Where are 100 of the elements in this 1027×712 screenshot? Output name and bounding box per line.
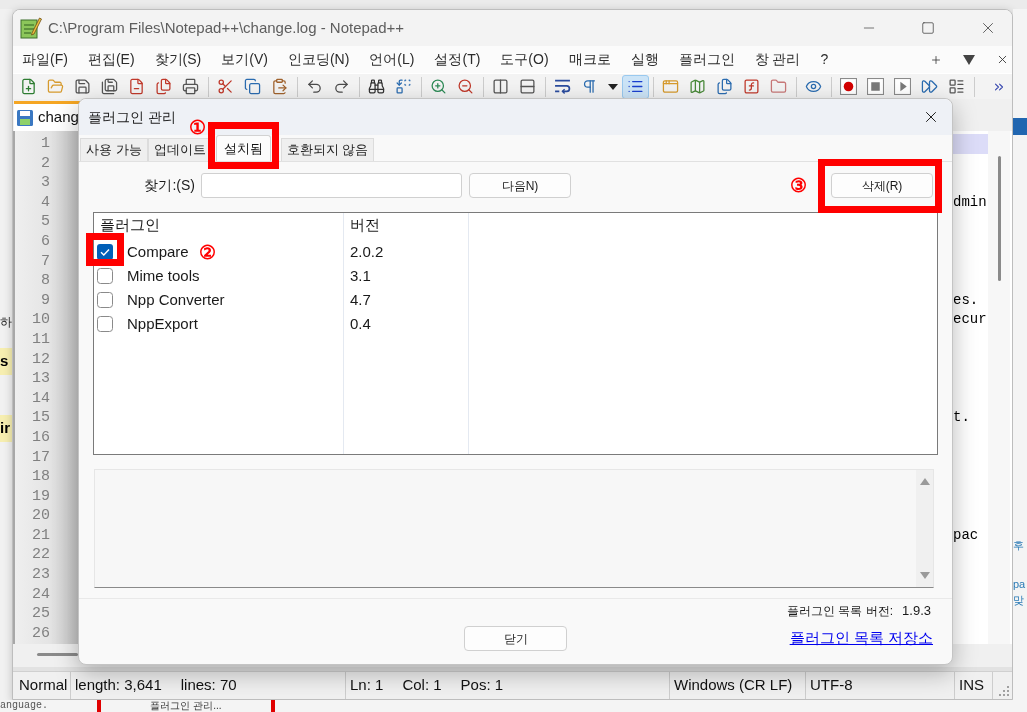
indent-lines-icon[interactable] (627, 78, 644, 95)
menu-item[interactable]: 설정(T) (430, 49, 485, 70)
status-text: Windows (CR LF) (674, 675, 793, 696)
status-text: lines: 70 (180, 675, 237, 696)
tab[interactable]: chang (14, 101, 81, 131)
map-icon[interactable] (689, 78, 706, 95)
line-number: 6 (41, 231, 50, 252)
line-number: 12 (32, 349, 50, 370)
status-text: UTF-8 (810, 675, 853, 696)
line-number: 24 (32, 584, 50, 605)
line-number: 15 (32, 408, 50, 428)
stop-icon[interactable] (867, 78, 884, 95)
pilcrow-icon[interactable] (581, 78, 598, 95)
menu-item[interactable]: 찾기(S) (150, 49, 206, 70)
line-number: 8 (41, 271, 50, 291)
split-panes-icon[interactable] (519, 78, 536, 95)
caret-down-icon[interactable] (607, 83, 618, 90)
window-list-icon[interactable] (948, 78, 965, 95)
maximize-icon[interactable] (921, 21, 935, 35)
checkbox[interactable] (97, 292, 113, 308)
menu-item[interactable]: 매크로 (564, 49, 615, 70)
plus-icon[interactable] (930, 53, 942, 66)
search-field[interactable] (201, 173, 462, 198)
redo-icon[interactable] (333, 78, 350, 95)
resize-grip-icon[interactable] (999, 686, 1009, 696)
background-text: pa (1013, 577, 1027, 591)
wrap-lines-icon[interactable] (554, 78, 571, 95)
dialog-title: 플러그인 관리 (88, 107, 176, 127)
line-number: 10 (32, 310, 50, 330)
scrollbar-thumb[interactable] (37, 653, 78, 656)
menu-item[interactable]: 편집(E) (83, 49, 139, 70)
menu-item[interactable]: 파일(F) (18, 49, 72, 70)
binoculars-icon[interactable] (368, 78, 385, 95)
undo-icon[interactable] (306, 78, 323, 95)
replace-icon[interactable] (395, 78, 412, 95)
repository-link[interactable]: 플러그인 목록 저장소 (789, 627, 933, 650)
files-icon[interactable] (155, 78, 172, 95)
vertical-scrollbar[interactable] (988, 131, 1010, 644)
tab[interactable]: 호환되지 않음 (280, 138, 375, 161)
floppy-disks-icon[interactable] (101, 78, 118, 95)
copy-icon[interactable] (244, 78, 261, 95)
checkbox[interactable] (97, 316, 113, 332)
background-text: anguage. (0, 700, 49, 712)
zoom-in-icon[interactable] (430, 78, 447, 95)
checkbox[interactable] (97, 268, 113, 284)
play-icon[interactable] (894, 78, 911, 95)
code-text: t. (953, 408, 970, 428)
file-minus-icon[interactable] (128, 78, 145, 95)
menu-item[interactable]: 실행 (626, 49, 663, 70)
close-button[interactable]: 닫기 (464, 626, 567, 651)
line-number: 7 (41, 251, 50, 272)
line-number: 11 (32, 329, 50, 350)
tab[interactable]: 사용 가능 (80, 138, 148, 161)
table-cell-text: 0.4 (350, 313, 371, 334)
function-icon[interactable] (743, 78, 760, 95)
menu-item[interactable]: 보기(V) (217, 49, 272, 70)
line-number: 22 (32, 545, 50, 566)
line-number: 16 (32, 427, 50, 448)
toolbar-button[interactable] (622, 74, 649, 99)
documents-icon[interactable] (716, 78, 733, 95)
callout-number: ① (188, 118, 206, 137)
menu-item[interactable]: 창 관리 (750, 49, 805, 70)
file-plus-icon[interactable] (20, 78, 37, 95)
field-label: 찾기:(S) (143, 176, 195, 195)
tab[interactable]: 설치됨 (215, 135, 271, 161)
list-version-value: 1.9.3 (902, 602, 931, 621)
fast-forward-icon[interactable] (921, 78, 938, 95)
record-icon[interactable] (840, 78, 857, 95)
menu-item[interactable]: 플러그인 (674, 49, 739, 70)
split-panes-icon[interactable] (492, 78, 509, 95)
line-number: 17 (32, 447, 50, 468)
next-button[interactable]: 다음N) (469, 173, 571, 198)
zoom-out-icon[interactable] (457, 78, 474, 95)
scissors-icon[interactable] (217, 78, 234, 95)
caret-down-icon[interactable] (963, 54, 975, 65)
printer-icon[interactable] (182, 78, 199, 95)
remove-button[interactable]: 삭제(R) (831, 173, 933, 198)
table-cell-text: Mime tools (127, 265, 200, 286)
line-number: 5 (41, 212, 50, 232)
menu-item[interactable]: ? (816, 49, 833, 70)
background-text: 맞 (1013, 593, 1025, 607)
table-cell-text: 4.7 (350, 289, 371, 310)
line-number: 18 (32, 467, 50, 487)
close-icon[interactable] (996, 53, 1009, 66)
notepad-icon (20, 17, 42, 39)
status-text: INS (959, 675, 984, 696)
line-number: 20 (32, 506, 50, 526)
menu-item[interactable]: 인코딩(N) (283, 49, 354, 70)
line-number: 1 (41, 134, 50, 154)
checkbox[interactable] (97, 244, 113, 260)
table-cell-text: 2.0.2 (350, 241, 384, 262)
folder-icon[interactable] (770, 78, 787, 95)
clipboard-icon[interactable] (271, 78, 288, 95)
window-title: C:\Program Files\Notepad++\change.log - Notepad++ (48, 17, 405, 38)
menu-item[interactable]: 도구(O) (496, 49, 553, 70)
menu-item[interactable]: 언어(L) (365, 49, 419, 70)
table-cell-text: Compare (127, 241, 189, 262)
line-number: 4 (41, 192, 50, 213)
eye-icon[interactable] (805, 78, 822, 95)
scrollbar-thumb[interactable] (997, 156, 1001, 281)
